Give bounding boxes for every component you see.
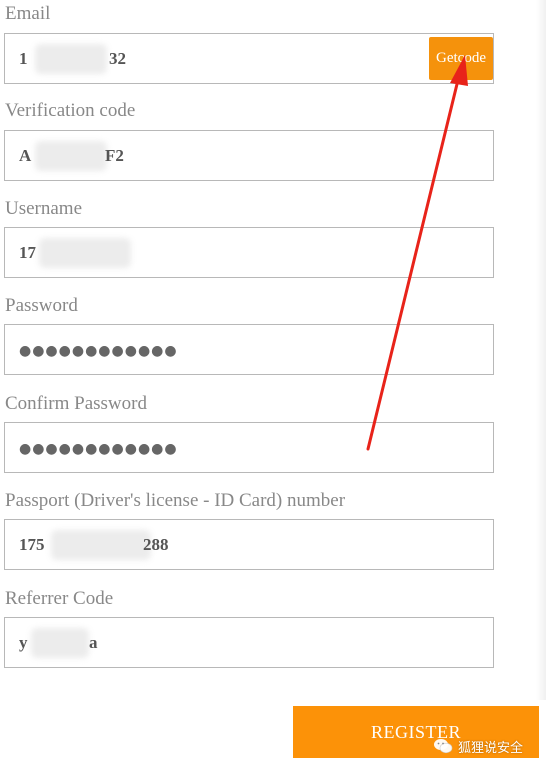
verification-code-field[interactable]: A F2	[4, 130, 494, 181]
passport-number-label: Passport (Driver's license - ID Card) nu…	[5, 490, 346, 511]
scroll-edge-shadow	[536, 0, 546, 700]
passport-number-field[interactable]: 175 288	[4, 519, 494, 570]
watermark: 狐狸说安全	[433, 735, 523, 757]
passport-value-suffix: 288	[143, 535, 169, 554]
username-label: Username	[5, 198, 83, 219]
username-field[interactable]: 17	[4, 227, 494, 278]
passport-redaction	[51, 530, 151, 560]
registration-page: Email 1 32 Getcode Verification code A F…	[0, 0, 546, 771]
referrer-code-field[interactable]: y a	[4, 617, 494, 668]
email-value-suffix: 32	[109, 49, 126, 68]
email-field[interactable]: 1 32	[4, 33, 494, 84]
verification-code-label: Verification code	[5, 100, 136, 121]
referrer-redaction	[31, 628, 89, 658]
password-label: Password	[5, 295, 78, 316]
email-value-prefix: 1	[19, 49, 28, 68]
referrer-value-suffix: a	[89, 633, 98, 652]
referrer-value-prefix: y	[19, 633, 28, 652]
password-value: ●●●●●●●●●●●●	[19, 343, 178, 359]
verification-redaction	[35, 141, 107, 171]
get-code-button[interactable]: Getcode	[429, 37, 493, 80]
password-field[interactable]: ●●●●●●●●●●●●	[4, 324, 494, 375]
email-redaction	[35, 44, 107, 74]
watermark-text: 狐狸说安全	[458, 740, 524, 756]
confirm-password-label: Confirm Password	[5, 393, 147, 414]
confirm-password-field[interactable]: ●●●●●●●●●●●●	[4, 422, 494, 473]
wechat-icon	[434, 739, 453, 754]
confirm-password-value: ●●●●●●●●●●●●	[19, 441, 178, 457]
username-redaction	[39, 238, 131, 268]
verification-value-prefix: A	[19, 146, 32, 165]
passport-value-prefix: 175	[19, 535, 45, 554]
username-value-prefix: 17	[19, 243, 36, 262]
email-label: Email	[5, 3, 51, 24]
verification-value-suffix: F2	[105, 146, 124, 165]
referrer-code-label: Referrer Code	[5, 588, 114, 609]
